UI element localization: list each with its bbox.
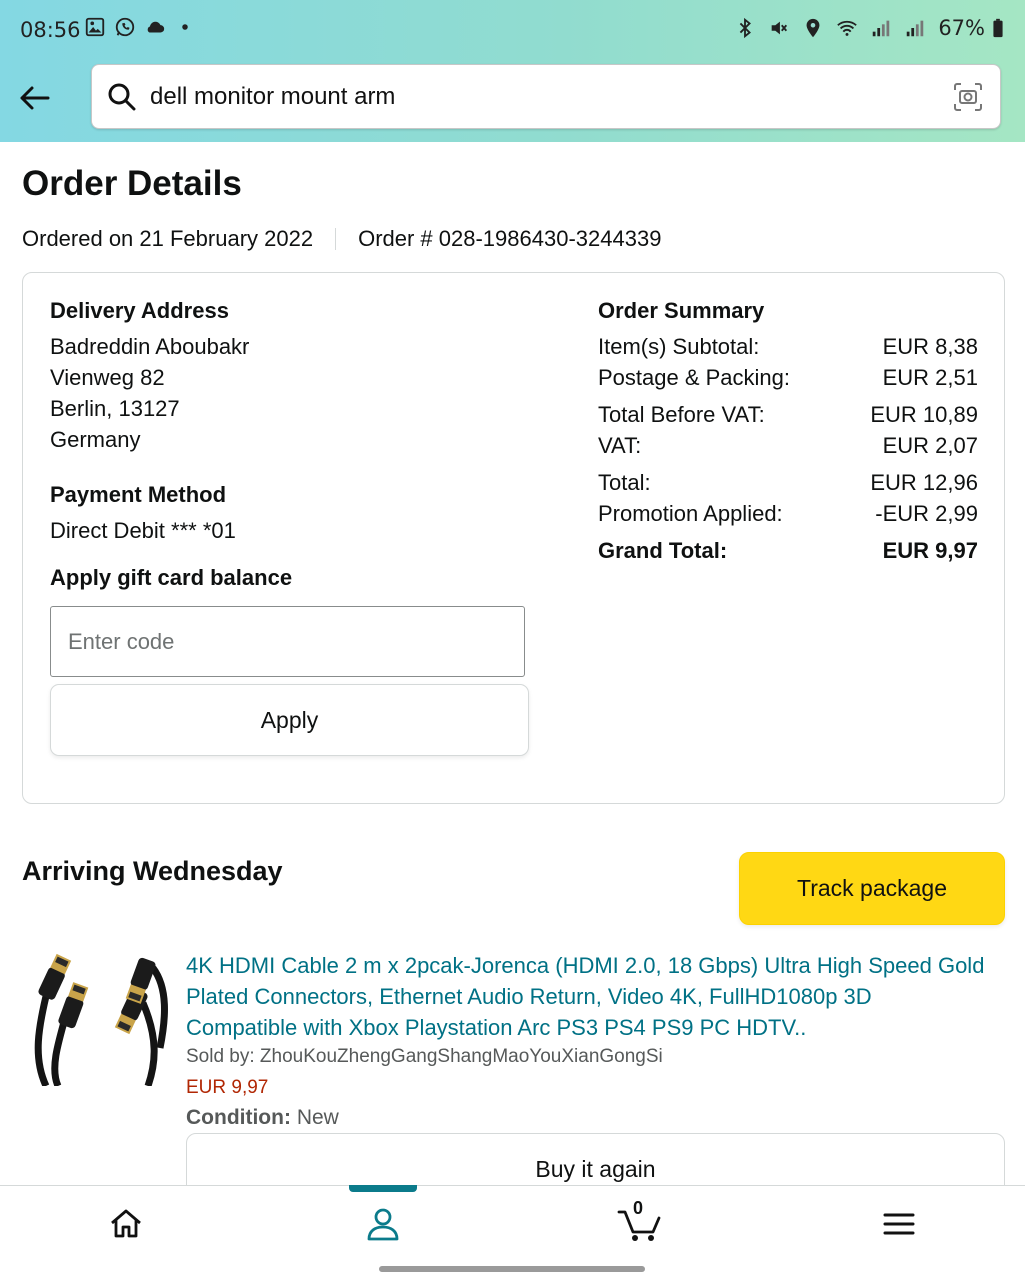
image-icon [85, 17, 105, 37]
wifi-icon [837, 20, 858, 36]
signal-icon [873, 20, 890, 37]
order-summary-heading: Order Summary [598, 298, 765, 323]
product-price: EUR 9,97 [186, 1077, 269, 1098]
whatsapp-icon [115, 17, 135, 37]
product-image[interactable] [28, 948, 168, 1086]
summary-row-vat: VAT: EUR 2,07 [598, 430, 978, 461]
address-line: Badreddin Aboubakr [50, 334, 250, 359]
summary-label: Total Before VAT: [598, 402, 765, 427]
summary-value: EUR 2,51 [882, 365, 978, 390]
product-condition: Condition: New [186, 1106, 339, 1130]
battery-icon [993, 18, 1003, 38]
location-icon [806, 18, 820, 38]
delivery-payment-column: Delivery Address Badreddin Aboubakr Vien… [50, 297, 530, 756]
summary-row-before-vat: Total Before VAT: EUR 10,89 [598, 399, 978, 430]
gift-card-heading: Apply gift card balance [50, 565, 293, 590]
meta-divider [335, 228, 337, 250]
order-details-card: Delivery Address Badreddin Aboubakr Vien… [22, 272, 1005, 804]
summary-row-postage: Postage & Packing: EUR 2,51 [598, 362, 978, 393]
signal-icon [907, 20, 924, 37]
condition-value: New [296, 1106, 339, 1129]
delivery-status: Arriving Wednesday [22, 856, 283, 886]
order-meta: Ordered on 21 February 2022 Order # 028-… [22, 226, 661, 252]
menu-icon[interactable] [879, 1204, 919, 1244]
condition-label: Condition: [186, 1106, 291, 1129]
top-header: 08:56 67% dell monitor mount arm [0, 0, 1025, 142]
camera-search-icon[interactable] [952, 81, 984, 113]
nav-active-indicator [349, 1185, 417, 1192]
status-time: 08:56 [20, 18, 81, 42]
status-notification-icons [84, 16, 196, 38]
delivery-address-heading: Delivery Address [50, 298, 229, 323]
address-line: Berlin, 13127 [50, 396, 180, 421]
payment-method-value: Direct Debit *** *01 [50, 518, 236, 543]
home-icon[interactable] [106, 1204, 146, 1244]
battery-percent: 67% [938, 16, 985, 40]
search-icon [108, 83, 136, 111]
summary-value: EUR 12,96 [870, 470, 978, 495]
summary-value: EUR 10,89 [870, 402, 978, 427]
bluetooth-icon [740, 17, 752, 39]
address-line: Germany [50, 427, 141, 452]
account-icon[interactable] [363, 1204, 403, 1244]
mute-icon [771, 21, 788, 35]
summary-value: EUR 8,38 [882, 334, 978, 359]
summary-label: Grand Total: [598, 538, 728, 563]
ordered-on-date: Ordered on 21 February 2022 [22, 226, 314, 251]
back-arrow-icon[interactable] [16, 80, 52, 116]
dot-icon [182, 24, 188, 30]
summary-value: EUR 2,07 [882, 433, 978, 458]
summary-label: Item(s) Subtotal: [598, 334, 760, 359]
address-line: Vienweg 82 [50, 365, 165, 390]
status-bar: 08:56 67% [0, 0, 1025, 62]
cart-count: 0 [633, 1198, 644, 1218]
summary-row-total: Total: EUR 12,96 [598, 467, 978, 498]
order-number: Order # 028-1986430-3244339 [358, 226, 662, 251]
search-input[interactable]: dell monitor mount arm [150, 83, 395, 111]
summary-label: Postage & Packing: [598, 365, 791, 390]
cart-button[interactable]: 0 [617, 1198, 663, 1244]
summary-label: VAT: [598, 433, 642, 458]
sold-by: Sold by: ZhouKouZhengGangShangMaoYouXian… [186, 1046, 663, 1067]
summary-value: -EUR 2,99 [875, 501, 978, 526]
summary-value: EUR 9,97 [882, 538, 978, 563]
apply-button[interactable]: Apply [50, 684, 529, 756]
cloud-icon [147, 21, 165, 33]
summary-row-grand-total: Grand Total: EUR 9,97 [598, 535, 978, 566]
status-system-icons: 67% [734, 16, 1009, 40]
summary-row-promotion: Promotion Applied: -EUR 2,99 [598, 498, 978, 529]
gesture-bar[interactable] [379, 1266, 645, 1272]
summary-label: Total: [598, 470, 651, 495]
page-title: Order Details [22, 164, 242, 203]
search-box[interactable]: dell monitor mount arm [91, 64, 1001, 129]
payment-method-heading: Payment Method [50, 482, 227, 507]
gift-code-input[interactable] [50, 606, 525, 677]
order-summary-column: Order Summary Item(s) Subtotal: EUR 8,38… [598, 297, 978, 566]
summary-row-subtotal: Item(s) Subtotal: EUR 8,38 [598, 331, 978, 362]
track-package-button[interactable]: Track package [739, 852, 1005, 925]
product-title-link[interactable]: 4K HDMI Cable 2 m x 2pcak-Jorenca (HDMI … [186, 950, 986, 1043]
summary-label: Promotion Applied: [598, 501, 783, 526]
bottom-nav: 0 [0, 1185, 1025, 1280]
